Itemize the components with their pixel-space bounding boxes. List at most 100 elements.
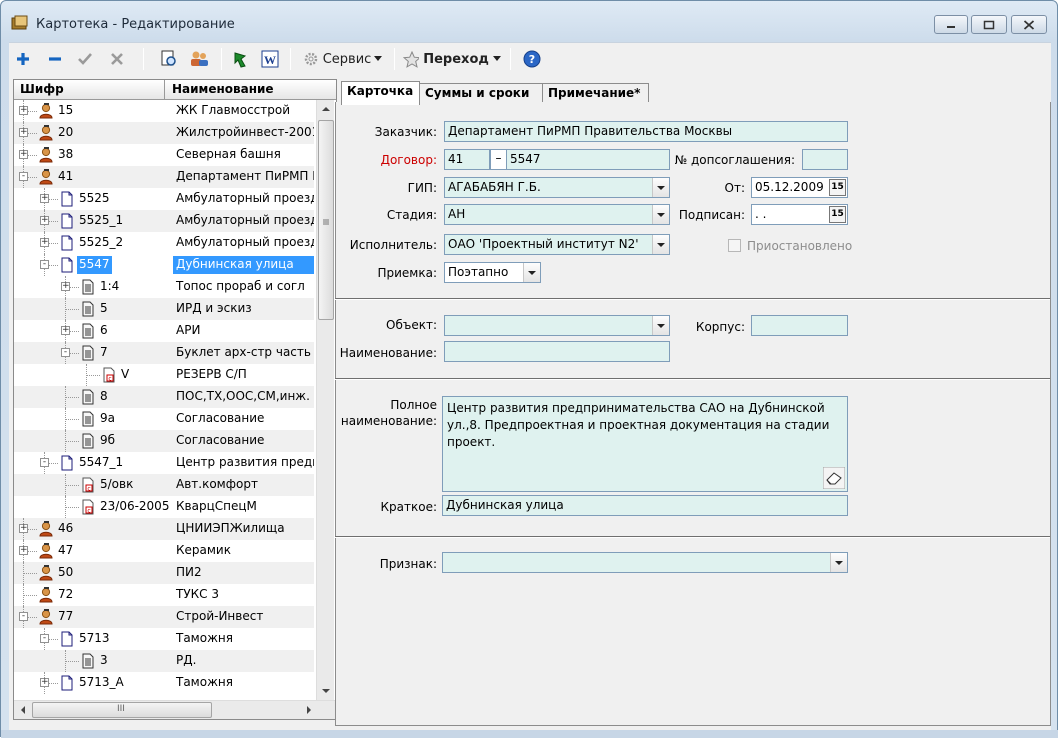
goto-menu[interactable]: Переход — [403, 47, 501, 71]
hscroll-thumb[interactable]: III — [32, 702, 212, 718]
table-row[interactable]: c V РЕЗЕРВ С/П — [14, 364, 314, 386]
customer-field[interactable]: Департамент ПиРМП Правительства Москвы — [444, 121, 848, 142]
table-row[interactable]: 50 ПИ2 — [14, 562, 314, 584]
horizontal-scrollbar[interactable]: III — [14, 700, 336, 719]
remove-icon[interactable] — [45, 47, 65, 71]
acceptance-select[interactable]: Поэтапно — [444, 262, 541, 283]
full-name-textarea[interactable]: Центр развития предпринимательства САО н… — [442, 396, 848, 492]
chevron-down-icon[interactable] — [652, 235, 669, 254]
table-row[interactable]: 3 РД. — [14, 650, 314, 672]
contract-suffix-field[interactable]: 5547 — [506, 149, 670, 170]
collapse-icon[interactable]: - — [40, 634, 49, 643]
table-row[interactable]: +5525_2 Амбулаторный проезд — [14, 232, 314, 254]
table-row[interactable]: 5 ИРД и эскиз — [14, 298, 314, 320]
scroll-right-icon[interactable] — [300, 701, 318, 719]
from-date-field[interactable]: 05.12.2009 15 — [751, 177, 848, 198]
collapse-icon[interactable]: - — [19, 612, 28, 621]
table-row[interactable]: +1:4 Топос прораб и согл — [14, 276, 314, 298]
executor-select[interactable]: ОАО 'Проектный институт N2' — [444, 234, 670, 255]
scroll-thumb[interactable] — [318, 120, 334, 320]
table-row[interactable]: +6 АРИ — [14, 320, 314, 342]
stage-select[interactable]: АН — [444, 204, 670, 225]
table-row[interactable]: +5713_А Таможня — [14, 672, 314, 694]
maximize-button[interactable] — [971, 15, 1007, 34]
scroll-up-icon[interactable] — [317, 100, 335, 118]
close-button[interactable] — [1011, 15, 1047, 34]
tree-grid: Шифр Наименование +15 ЖК Главмосстрой +20 … — [13, 79, 337, 720]
tab-sums-deadlines[interactable]: Суммы и сроки — [419, 83, 543, 103]
expand-icon[interactable]: + — [40, 678, 49, 687]
table-row[interactable]: +38 Северная башня — [14, 144, 314, 166]
collapse-icon[interactable]: - — [61, 348, 70, 357]
table-row[interactable]: 72 ТУКС 3 — [14, 584, 314, 606]
eraser-icon[interactable] — [823, 467, 845, 489]
gip-select[interactable]: АГАБАБЯН Г.Б. — [444, 177, 670, 198]
chevron-down-icon[interactable] — [652, 178, 669, 197]
collapse-icon[interactable]: - — [40, 260, 49, 269]
name-field[interactable] — [444, 341, 670, 362]
building-field[interactable] — [751, 315, 848, 336]
table-row[interactable]: - 5547 Дубнинская улица — [14, 254, 314, 276]
sign-select[interactable] — [442, 552, 848, 573]
expand-icon[interactable]: + — [40, 194, 49, 203]
column-header-code[interactable]: Шифр — [20, 82, 64, 96]
row-name: Центр развития предп — [176, 455, 314, 469]
signed-date-field[interactable]: . . 15 — [751, 204, 848, 225]
chevron-down-icon[interactable] — [652, 205, 669, 224]
minimize-button[interactable] — [934, 15, 968, 34]
expand-icon[interactable]: + — [40, 238, 49, 247]
collapse-icon[interactable]: - — [40, 458, 49, 467]
service-menu[interactable]: Сервис — [301, 47, 385, 71]
add-icon[interactable] — [13, 47, 33, 71]
calendar-icon[interactable]: 15 — [829, 206, 846, 223]
help-icon[interactable]: ? — [521, 47, 543, 71]
object-select[interactable] — [444, 315, 670, 336]
short-name-field[interactable]: Дубнинская улица — [442, 495, 848, 516]
table-row[interactable]: - 5547_1 Центр развития предп — [14, 452, 314, 474]
expand-icon[interactable]: + — [40, 216, 49, 225]
table-row[interactable]: c 5/овк Авт.комфорт — [14, 474, 314, 496]
expand-icon[interactable]: + — [61, 282, 70, 291]
refresh-icon[interactable] — [229, 47, 251, 71]
preview-icon[interactable] — [158, 47, 180, 71]
vertical-scrollbar[interactable] — [316, 100, 334, 700]
table-row[interactable]: - 41 Департамент ПиРМП П — [14, 166, 314, 188]
table-row[interactable]: +47 Керамик — [14, 540, 314, 562]
suspended-checkbox[interactable] — [728, 239, 741, 252]
table-row[interactable]: +5525 Амбулаторный проезд — [14, 188, 314, 210]
expand-icon[interactable]: + — [19, 128, 28, 137]
table-row[interactable]: 9а Согласование — [14, 408, 314, 430]
cancel-icon[interactable] — [107, 47, 127, 71]
table-row[interactable]: +5525_1 Амбулаторный проезд — [14, 210, 314, 232]
table-row[interactable]: - 7 Буклет арх-стр часть — [14, 342, 314, 364]
column-header-name[interactable]: Наименование — [172, 82, 274, 96]
collapse-icon[interactable]: - — [19, 172, 28, 181]
check-icon[interactable] — [75, 47, 95, 71]
table-row[interactable]: - 5713 Таможня — [14, 628, 314, 650]
table-row[interactable]: +46 ЦНИИЭПЖилища — [14, 518, 314, 540]
chevron-down-icon[interactable] — [523, 263, 540, 282]
table-row[interactable]: 9б Согласование — [14, 430, 314, 452]
tab-note[interactable]: Примечание* — [542, 83, 649, 103]
expand-icon[interactable]: + — [19, 106, 28, 115]
scroll-left-icon[interactable] — [14, 701, 32, 719]
table-row[interactable]: - 77 Строй-Инвест — [14, 606, 314, 628]
table-row[interactable]: 8 ПОС,ТХ,ООС,СМ,инж. — [14, 386, 314, 408]
word-icon[interactable]: W — [259, 47, 281, 71]
contract-number-field[interactable]: 41 — [444, 149, 490, 170]
expand-icon[interactable]: + — [19, 524, 28, 533]
table-row[interactable]: +15 ЖК Главмосстрой — [14, 100, 314, 122]
calendar-icon[interactable]: 15 — [829, 179, 846, 196]
row-code: 50 — [58, 565, 74, 579]
users-icon[interactable] — [187, 47, 211, 71]
scroll-down-icon[interactable] — [317, 682, 335, 700]
expand-icon[interactable]: + — [19, 150, 28, 159]
table-row[interactable]: c 23/06-2005 КварцСпецМ — [14, 496, 314, 518]
table-row[interactable]: +20 Жилстройинвест-2001 — [14, 122, 314, 144]
addendum-field[interactable] — [802, 149, 848, 170]
chevron-down-icon[interactable] — [830, 553, 847, 572]
tab-card[interactable]: Карточка — [341, 81, 420, 105]
expand-icon[interactable]: + — [61, 326, 70, 335]
expand-icon[interactable]: + — [19, 546, 28, 555]
chevron-down-icon[interactable] — [652, 316, 669, 335]
